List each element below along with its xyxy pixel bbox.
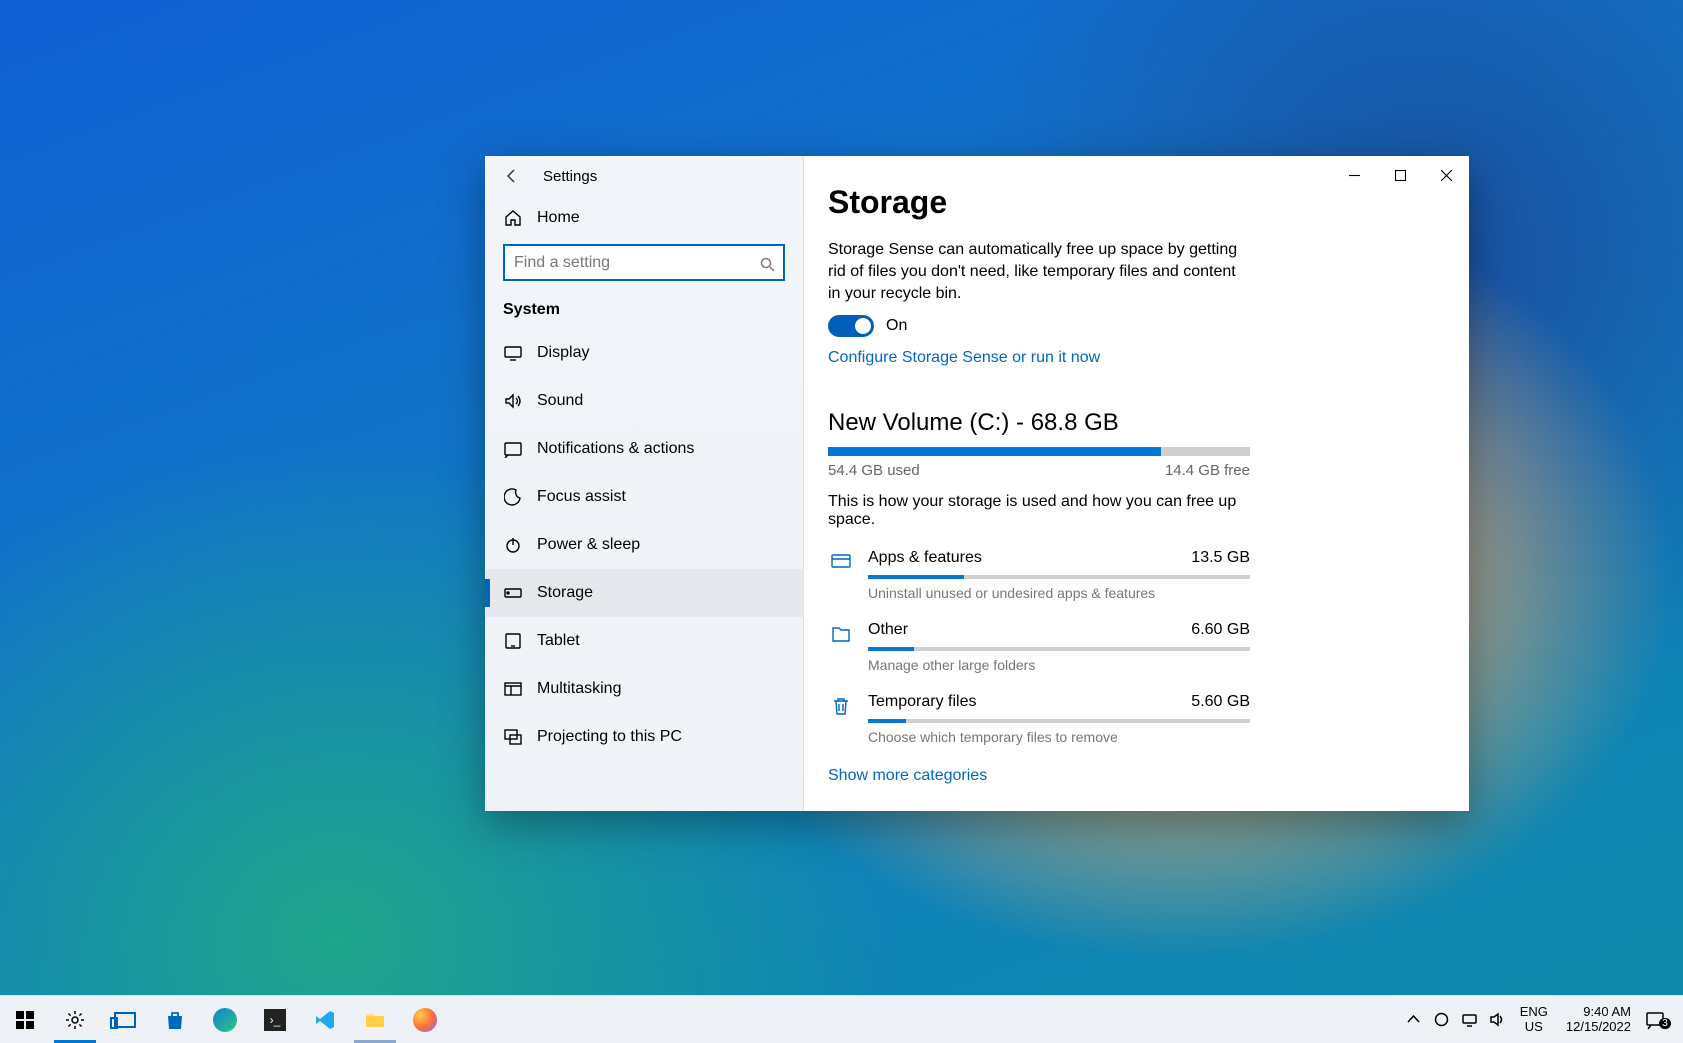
notif-badge: 3 xyxy=(1659,1018,1671,1029)
firefox-icon xyxy=(413,1008,437,1032)
edge-icon xyxy=(213,1008,237,1032)
nav-label: Tablet xyxy=(537,632,580,650)
nav-label: Storage xyxy=(537,584,593,602)
titlebar: Settings xyxy=(485,156,803,196)
category-sub: Choose which temporary files to remove xyxy=(868,729,1250,745)
volume-hint: This is how your storage is used and how… xyxy=(828,493,1250,529)
home-label: Home xyxy=(537,209,580,227)
storage-icon xyxy=(503,584,523,602)
tray-language[interactable]: ENG US xyxy=(1512,1005,1556,1034)
taskbar-taskview[interactable] xyxy=(100,996,150,1043)
taskbar: ›_ ENG US 9:40 AM 12/15/2022 xyxy=(0,995,1683,1043)
power-icon xyxy=(503,536,523,554)
section-label: System xyxy=(485,293,803,329)
sidebar-item-storage[interactable]: Storage xyxy=(485,569,803,617)
taskbar-store[interactable] xyxy=(150,996,200,1043)
content-pane: Storage Storage Sense can automatically … xyxy=(804,156,1469,811)
sidebar-item-tablet[interactable]: Tablet xyxy=(485,617,803,665)
category-apps-features[interactable]: Apps & features 13.5 GB Uninstall unused… xyxy=(828,549,1250,601)
category-size: 13.5 GB xyxy=(1191,549,1250,567)
terminal-icon: ›_ xyxy=(264,1009,286,1031)
nav-label: Focus assist xyxy=(537,488,626,506)
category-temporary-files[interactable]: Temporary files 5.60 GB Choose which tem… xyxy=(828,693,1250,745)
tray-volume-icon[interactable] xyxy=(1484,1011,1512,1028)
storage-sense-description: Storage Sense can automatically free up … xyxy=(828,239,1250,305)
maximize-button[interactable] xyxy=(1377,156,1423,194)
sidebar-item-multitasking[interactable]: Multitasking xyxy=(485,665,803,713)
storage-sense-toggle[interactable] xyxy=(828,315,874,337)
category-size: 6.60 GB xyxy=(1191,621,1250,639)
sidebar-item-projecting[interactable]: Projecting to this PC xyxy=(485,713,803,761)
category-name: Other xyxy=(868,621,908,639)
sidebar-item-power-sleep[interactable]: Power & sleep xyxy=(485,521,803,569)
nav-label: Sound xyxy=(537,392,583,410)
configure-storage-sense-link[interactable]: Configure Storage Sense or run it now xyxy=(828,349,1100,367)
nav-label: Power & sleep xyxy=(537,536,640,554)
taskbar-firefox[interactable] xyxy=(400,996,450,1043)
taskbar-settings[interactable] xyxy=(50,996,100,1043)
window-controls xyxy=(1331,156,1469,194)
tray-clock[interactable]: 9:40 AM 12/15/2022 xyxy=(1556,1005,1641,1035)
close-button[interactable] xyxy=(1423,156,1469,194)
sidebar-item-sound[interactable]: Sound xyxy=(485,377,803,425)
back-button[interactable] xyxy=(497,161,527,191)
multitasking-icon xyxy=(503,680,523,698)
minimize-button[interactable] xyxy=(1331,156,1377,194)
category-sub: Manage other large folders xyxy=(868,657,1250,673)
nav-label: Projecting to this PC xyxy=(537,728,682,746)
tray-notifications[interactable]: 3 xyxy=(1641,1010,1681,1030)
taskbar-vscode[interactable] xyxy=(300,996,350,1043)
projecting-icon xyxy=(503,728,523,746)
display-icon xyxy=(503,344,523,362)
start-button[interactable] xyxy=(0,996,50,1043)
tray-overflow[interactable] xyxy=(1400,1011,1428,1028)
category-sub: Uninstall unused or undesired apps & fea… xyxy=(868,585,1250,601)
tablet-icon xyxy=(503,632,523,650)
volume-usage-bar xyxy=(828,447,1250,456)
toggle-state-label: On xyxy=(886,317,907,335)
taskview-icon xyxy=(114,1012,136,1028)
volume-used-label: 54.4 GB used xyxy=(828,462,920,479)
window-title: Settings xyxy=(543,168,597,185)
category-name: Temporary files xyxy=(868,693,976,711)
taskbar-terminal[interactable]: ›_ xyxy=(250,996,300,1043)
taskbar-explorer[interactable] xyxy=(350,996,400,1043)
sidebar-nav: Display Sound Notifications & actions Fo… xyxy=(485,329,803,761)
tray-onedrive-icon[interactable] xyxy=(1428,1011,1456,1028)
sound-icon xyxy=(503,392,523,410)
nav-label: Multitasking xyxy=(537,680,621,698)
notifications-icon xyxy=(503,440,523,458)
page-title: Storage xyxy=(828,184,1250,221)
volume-usage-fill xyxy=(828,447,1161,456)
sidebar-item-focus-assist[interactable]: Focus assist xyxy=(485,473,803,521)
volume-title: New Volume (C:) - 68.8 GB xyxy=(828,409,1250,437)
tray-network-icon[interactable] xyxy=(1456,1011,1484,1028)
settings-window: Settings Home System Display xyxy=(485,156,1469,811)
sidebar-item-display[interactable]: Display xyxy=(485,329,803,377)
sidebar-item-home[interactable]: Home xyxy=(485,196,803,240)
taskbar-edge[interactable] xyxy=(200,996,250,1043)
nav-label: Notifications & actions xyxy=(537,440,694,458)
search-input[interactable] xyxy=(503,244,785,281)
category-other[interactable]: Other 6.60 GB Manage other large folders xyxy=(828,621,1250,673)
sidebar: Settings Home System Display xyxy=(485,156,804,811)
volume-free-label: 14.4 GB free xyxy=(1165,462,1250,479)
show-more-categories-link[interactable]: Show more categories xyxy=(828,767,987,785)
category-size: 5.60 GB xyxy=(1191,693,1250,711)
trash-icon xyxy=(828,695,854,717)
folder-icon xyxy=(828,623,854,645)
home-icon xyxy=(503,209,523,227)
apps-icon xyxy=(828,551,854,573)
focus-assist-icon xyxy=(503,488,523,506)
nav-label: Display xyxy=(537,344,589,362)
category-name: Apps & features xyxy=(868,549,982,567)
sidebar-item-notifications[interactable]: Notifications & actions xyxy=(485,425,803,473)
search-icon xyxy=(760,257,775,277)
